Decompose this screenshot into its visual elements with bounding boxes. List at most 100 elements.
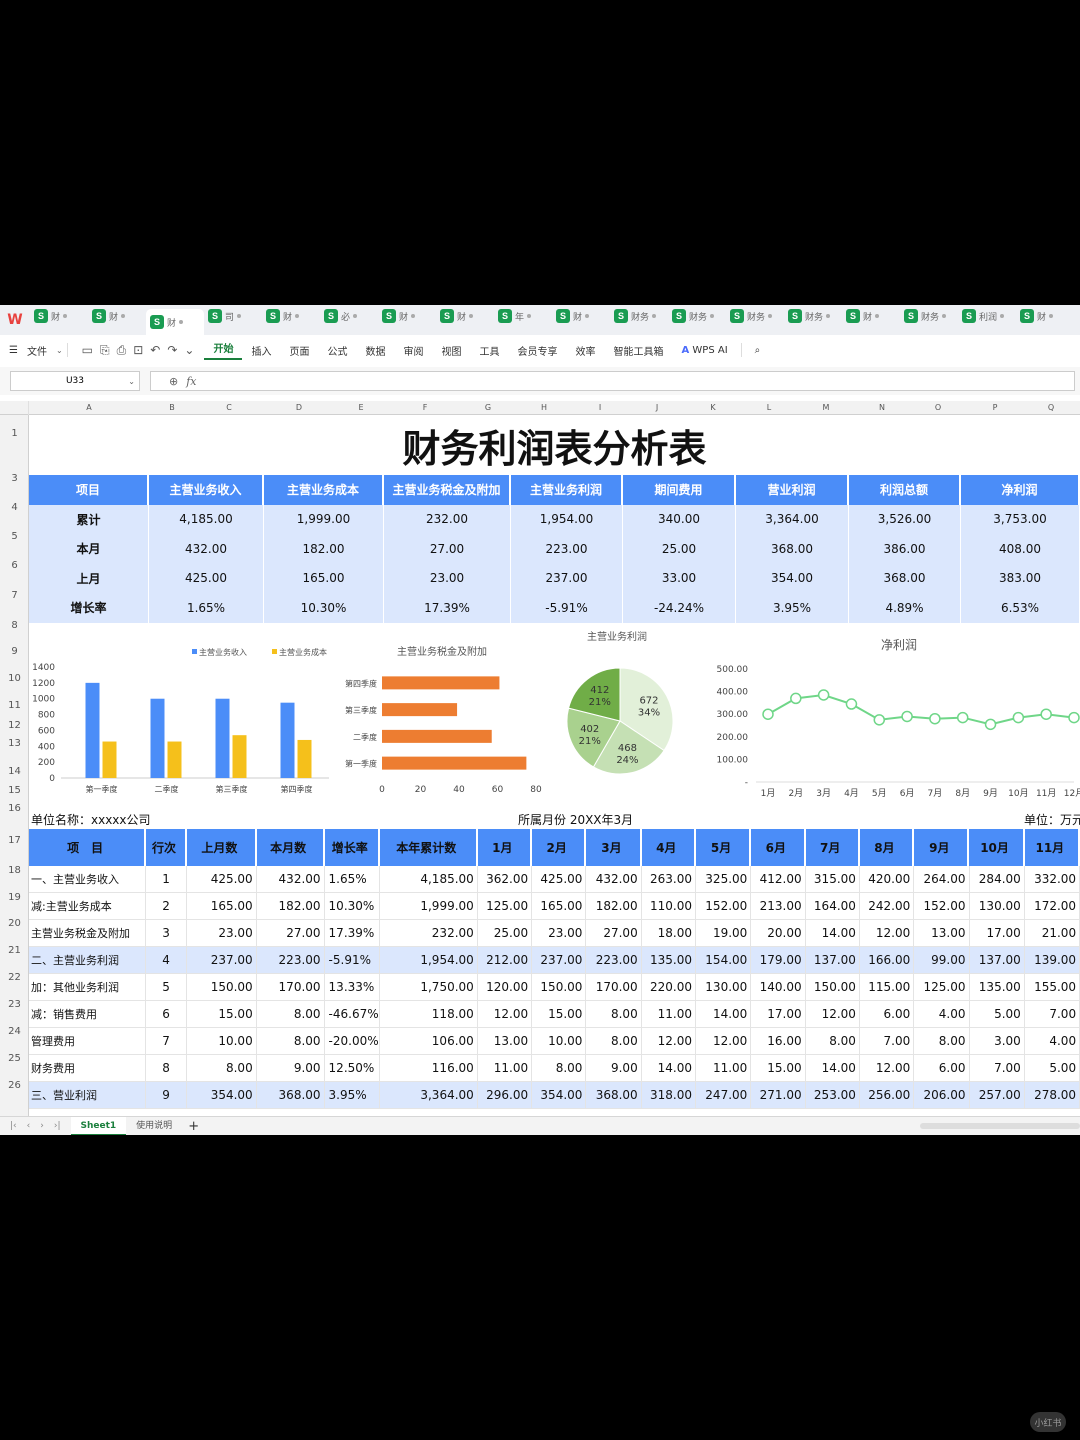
menu-tab[interactable]: 视图 — [432, 343, 470, 358]
row-header[interactable]: 16 — [0, 803, 29, 814]
table-cell[interactable]: 23.00 — [532, 920, 587, 946]
table-cell[interactable]: 220.00 — [642, 974, 697, 1000]
table-cell[interactable]: 425.00 — [187, 866, 257, 892]
row-header[interactable]: 10 — [0, 673, 29, 684]
undo-icon[interactable]: ↶ — [150, 343, 160, 358]
wps-logo-icon[interactable]: W — [0, 305, 30, 335]
table-cell[interactable]: 3,364.00 — [380, 1082, 478, 1108]
table-cell[interactable]: 140.00 — [751, 974, 806, 1000]
menu-tab[interactable]: 数据 — [356, 343, 394, 358]
table-cell[interactable]: 130.00 — [696, 974, 752, 1000]
horizontal-scrollbar[interactable] — [920, 1123, 1080, 1129]
row-header[interactable]: 15 — [0, 785, 29, 796]
document-tab[interactable]: S财 — [842, 305, 900, 327]
row-header[interactable]: 3 — [0, 473, 29, 484]
table-cell[interactable]: 5.00 — [970, 1001, 1025, 1027]
table-cell[interactable]: 6 — [146, 1001, 187, 1027]
table-cell[interactable]: 125.00 — [914, 974, 970, 1000]
data-point[interactable] — [1040, 708, 1052, 720]
redo-icon[interactable]: ↷ — [167, 343, 177, 358]
table-cell[interactable]: 20.00 — [751, 920, 806, 946]
table-cell[interactable]: 263.00 — [642, 866, 697, 892]
summary-cell[interactable]: 182.00 — [264, 534, 384, 564]
table-cell[interactable]: 27.00 — [586, 920, 642, 946]
table-cell[interactable]: 二、主营业务利润 — [29, 947, 147, 973]
menu-tab[interactable]: 插入 — [242, 343, 280, 358]
table-cell[interactable]: 19.00 — [696, 920, 752, 946]
table-cell[interactable]: 3 — [146, 920, 187, 946]
data-point[interactable] — [901, 710, 913, 723]
table-cell[interactable]: 1.65% — [325, 866, 380, 892]
summary-cell[interactable]: 354.00 — [736, 563, 849, 593]
document-tab[interactable]: S财 — [1016, 305, 1074, 327]
document-tab[interactable]: S 财务 — [726, 305, 784, 327]
table-cell[interactable]: -5.91% — [325, 947, 380, 973]
table-cell[interactable]: 247.00 — [696, 1082, 752, 1108]
table-cell[interactable]: 8 — [146, 1055, 187, 1081]
table-cell[interactable]: 182.00 — [586, 893, 642, 919]
document-tab[interactable]: S财 — [552, 305, 610, 327]
column-header[interactable]: C — [204, 401, 254, 415]
table-cell[interactable]: 182.00 — [257, 893, 325, 919]
summary-cell[interactable]: 3,364.00 — [736, 504, 849, 534]
row-header[interactable]: 9 — [0, 646, 29, 657]
data-point[interactable] — [762, 708, 774, 720]
table-cell[interactable]: 264.00 — [914, 866, 970, 892]
document-tab[interactable]: S 财务 — [784, 305, 842, 327]
table-cell[interactable]: 4 — [146, 947, 187, 973]
summary-cell[interactable]: 本月 — [29, 534, 149, 564]
data-point[interactable] — [845, 698, 858, 710]
row-header[interactable]: 4 — [0, 502, 29, 513]
table-cell[interactable]: 354.00 — [187, 1082, 257, 1108]
table-cell[interactable]: 237.00 — [532, 947, 587, 973]
column-header[interactable]: K — [688, 401, 738, 415]
column-header[interactable]: G — [463, 401, 513, 415]
summary-cell[interactable]: 223.00 — [511, 534, 623, 564]
summary-cell[interactable]: 232.00 — [384, 504, 511, 534]
column-header[interactable]: J — [632, 401, 682, 415]
column-header[interactable]: Q — [1026, 401, 1076, 415]
table-cell[interactable]: 14.00 — [696, 1001, 752, 1027]
table-cell[interactable]: 115.00 — [860, 974, 915, 1000]
summary-cell[interactable]: 340.00 — [623, 504, 736, 534]
table-cell[interactable]: 116.00 — [380, 1055, 478, 1081]
bar[interactable] — [167, 741, 182, 778]
column-header[interactable]: D — [274, 401, 324, 415]
menu-tab[interactable]: 工具 — [470, 343, 508, 358]
next-sheet-icon[interactable]: › — [40, 1121, 44, 1131]
menu-tab[interactable]: 智能工具箱 — [604, 343, 672, 358]
menu-tab[interactable]: 开始 — [204, 340, 243, 360]
bar[interactable] — [232, 735, 247, 778]
table-cell[interactable]: 296.00 — [478, 1082, 533, 1108]
detail-header-cell[interactable]: 行次 — [146, 829, 187, 866]
table-cell[interactable]: 8.00 — [914, 1028, 970, 1054]
document-tab[interactable]: S 利润 — [958, 305, 1016, 327]
table-cell[interactable]: 150.00 — [532, 974, 587, 1000]
table-cell[interactable]: 8.00 — [187, 1055, 257, 1081]
first-sheet-icon[interactable]: |‹ — [10, 1121, 17, 1131]
bar[interactable] — [297, 739, 312, 778]
row-header[interactable]: 11 — [0, 700, 29, 711]
document-tab[interactable]: S 财务 — [668, 305, 726, 327]
column-header[interactable]: A — [64, 401, 114, 415]
table-cell[interactable]: 1,999.00 — [380, 893, 478, 919]
tax-bar-chart[interactable]: 主营业务税金及附加第四季度第三季度二季度第一季度 0 20 40 60 80 — [329, 595, 549, 807]
table-cell[interactable]: 206.00 — [914, 1082, 970, 1108]
document-tab[interactable]: S 财务 — [900, 305, 958, 327]
table-cell[interactable]: 1,750.00 — [380, 974, 478, 1000]
prev-sheet-icon[interactable]: ‹ — [27, 1121, 31, 1131]
table-cell[interactable]: 17.00 — [970, 920, 1025, 946]
data-point[interactable] — [1012, 711, 1025, 724]
document-tab[interactable]: S年 — [494, 305, 552, 327]
sheet-tab[interactable]: 使用说明 — [126, 1117, 182, 1136]
row-header[interactable]: 8 — [0, 620, 29, 631]
table-cell[interactable]: 8.00 — [532, 1055, 587, 1081]
bar[interactable] — [382, 676, 500, 690]
table-cell[interactable]: 13.00 — [478, 1028, 533, 1054]
table-cell[interactable]: 8.00 — [586, 1001, 642, 1027]
table-cell[interactable]: 368.00 — [257, 1082, 325, 1108]
summary-header-cell[interactable]: 主营业务税金及附加 — [384, 475, 511, 505]
column-header[interactable]: E — [336, 401, 386, 415]
detail-header-cell[interactable]: 10月 — [969, 829, 1025, 866]
profit-pie-chart[interactable]: 主营业务利润67234%46824%40221%41221% — [549, 595, 694, 807]
